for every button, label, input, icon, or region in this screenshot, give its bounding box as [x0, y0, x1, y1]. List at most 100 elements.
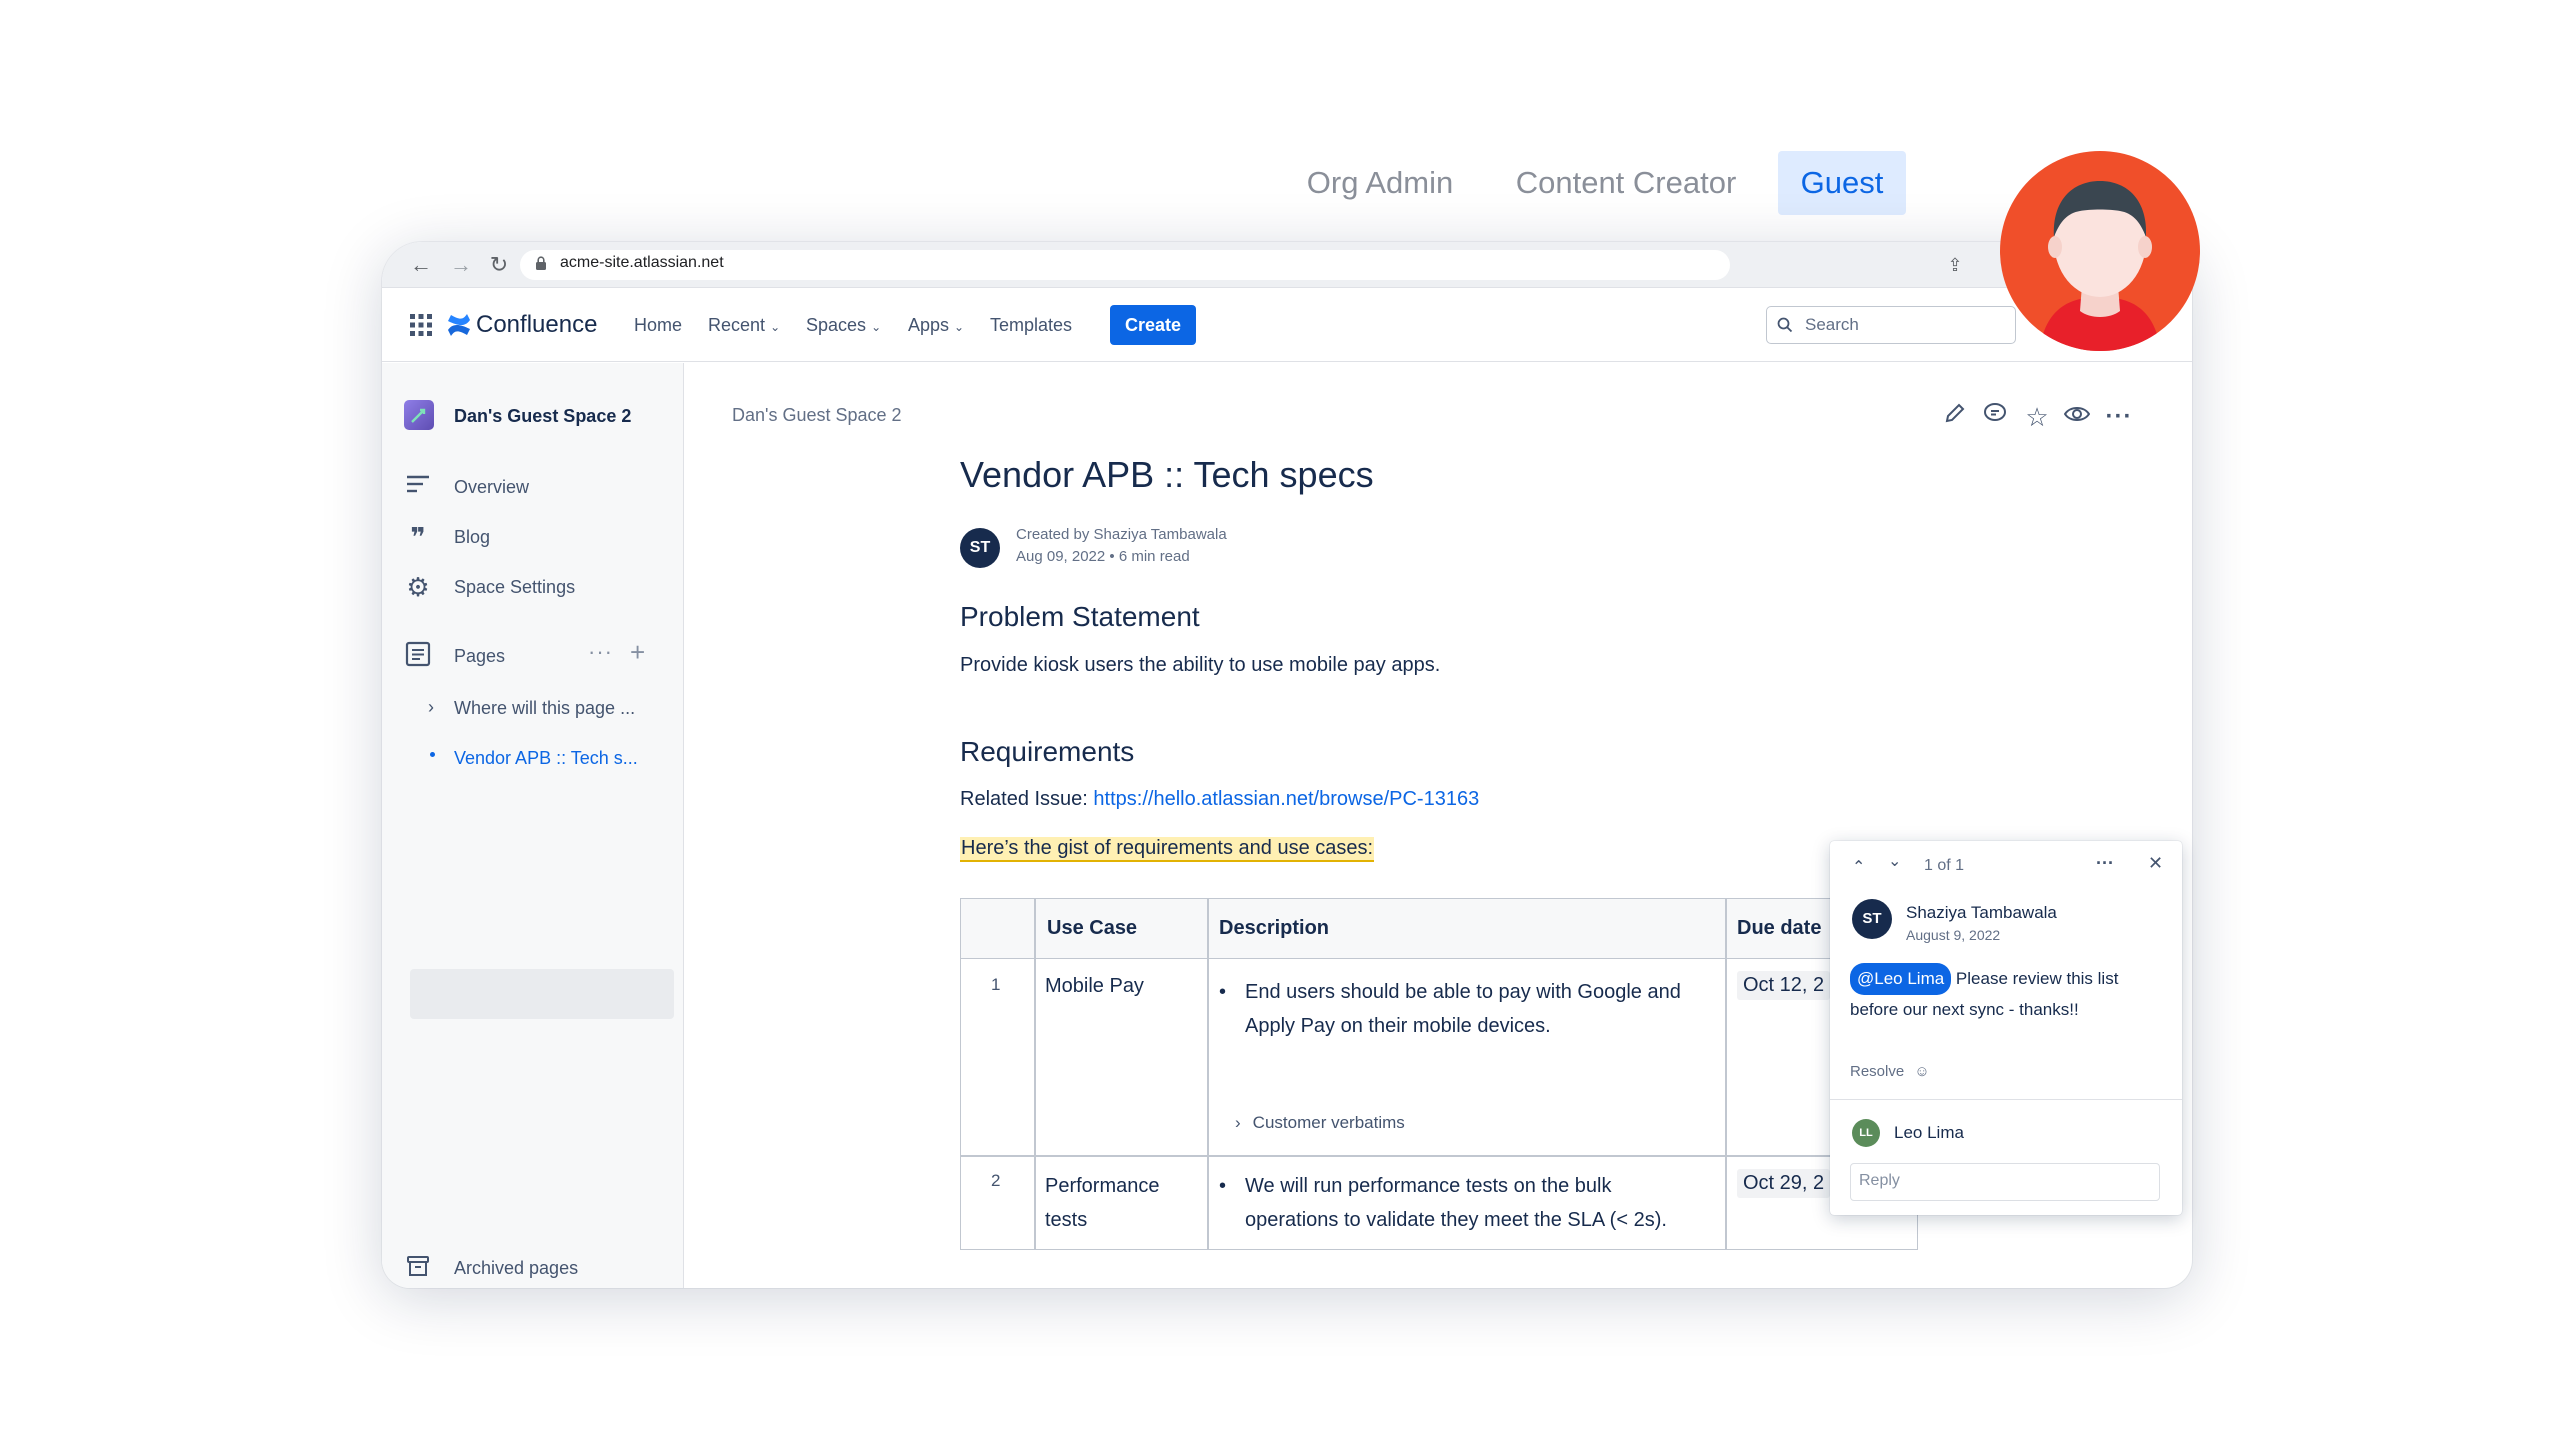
resolve-label: Resolve [1850, 1063, 1905, 1080]
related-issue: Related Issue: https://hello.atlassian.n… [960, 788, 1479, 811]
date-lozenge[interactable]: Oct 29, 2 [1737, 1169, 1831, 1198]
sidebar-item-blog[interactable]: Blog [454, 527, 490, 548]
app-switcher-icon[interactable] [410, 314, 432, 336]
role-tab-guest[interactable]: Guest [1778, 151, 1906, 215]
inline-comment-panel: ⌃ ⌄ 1 of 1 ··· ✕ ST Shaziya Tambawala Au… [1830, 841, 2182, 1215]
create-button[interactable]: Create [1110, 305, 1196, 345]
comment-author[interactable]: Shaziya Tambawala [1906, 903, 2057, 923]
confluence-logo-icon[interactable] [446, 312, 472, 338]
description-text: End users should be able to pay with Goo… [1245, 981, 1681, 1037]
search-input[interactable]: Search [1766, 306, 2016, 344]
nav-templates[interactable]: Templates [990, 315, 1072, 336]
expand-label: Customer verbatims [1252, 1113, 1405, 1132]
reload-icon[interactable]: ↻ [486, 252, 512, 278]
table-cell-use-case: Performance tests [1045, 1175, 1160, 1231]
column-header-due-date: Due date [1737, 917, 1822, 939]
forward-arrow-icon[interactable]: → [448, 252, 474, 278]
nav-apps-label: Apps [908, 315, 950, 335]
bullet-icon [430, 752, 435, 757]
nav-spaces[interactable]: Spaces ⌄ [806, 315, 881, 336]
meta-separator: • [1109, 548, 1119, 565]
page-title: Vendor APB :: Tech specs [960, 454, 1374, 495]
user-avatar [2000, 151, 2200, 351]
more-actions-icon[interactable]: ··· [2104, 402, 2134, 432]
nav-home[interactable]: Home [634, 315, 682, 336]
requirements-table: Use Case Description Due date 1 Mobile P… [960, 898, 1918, 1250]
app-header: Confluence Home Recent ⌄ Spaces ⌄ Apps ⌄… [382, 288, 2192, 362]
date-lozenge[interactable]: Oct 12, 2 [1737, 971, 1831, 1000]
created-by: Created by Shaziya Tambawala [1016, 526, 1227, 543]
close-icon[interactable]: ✕ [2148, 853, 2163, 874]
table-cell-description: • We will run performance tests on the b… [1219, 1169, 1709, 1237]
add-page-icon[interactable]: + [630, 637, 645, 668]
requirements-heading: Requirements [960, 736, 1135, 767]
divider [1830, 1099, 2182, 1100]
edit-pencil-icon[interactable] [1940, 402, 1970, 432]
sidebar-item-archived[interactable]: Archived pages [454, 1258, 578, 1279]
bullet-icon: • [1219, 981, 1227, 1003]
row-divider [961, 1155, 1917, 1157]
expand-section[interactable]: › Customer verbatims [1235, 1113, 1405, 1133]
sidebar-item-space-settings[interactable]: Space Settings [454, 577, 575, 598]
url-text: acme-site.atlassian.net [560, 254, 724, 271]
sidebar: Dan's Guest Space 2 Overview ❞ Blog ⚙ Sp… [382, 363, 684, 1288]
reply-placeholder: Reply [1859, 1172, 1900, 1189]
page-meta: Aug 09, 2022 • 6 min read [1016, 548, 1190, 565]
table-cell-use-case: Mobile Pay [1045, 975, 1144, 997]
space-name[interactable]: Dan's Guest Space 2 [454, 406, 631, 427]
more-icon[interactable]: ··· [2096, 853, 2114, 874]
related-issue-label: Related Issue: [960, 788, 1094, 810]
column-divider [1207, 899, 1209, 1249]
column-divider [1725, 899, 1727, 1249]
nav-apps[interactable]: Apps ⌄ [908, 315, 964, 336]
resolve-button[interactable]: Resolve ☺ [1850, 1063, 1930, 1080]
problem-text: Provide kiosk users the ability to use m… [960, 654, 1441, 676]
chevron-down-icon[interactable]: ⌄ [1888, 851, 1901, 871]
overview-icon [404, 473, 432, 501]
page-tree-item-selected[interactable] [410, 969, 674, 1019]
comment-date: August 9, 2022 [1906, 927, 2001, 943]
read-time: 6 min read [1118, 548, 1190, 565]
avatar[interactable]: ST [960, 528, 1000, 568]
chevron-down-icon: ⌄ [871, 320, 882, 334]
role-tab-content-creator[interactable]: Content Creator [1506, 151, 1746, 215]
sidebar-pages-label[interactable]: Pages [454, 646, 505, 667]
row-number: 1 [991, 975, 1001, 994]
avatar[interactable]: ST [1852, 899, 1892, 939]
description-text: We will run performance tests on the bul… [1245, 1175, 1667, 1231]
nav-recent[interactable]: Recent ⌄ [708, 315, 780, 336]
role-tab-org-admin[interactable]: Org Admin [1290, 151, 1470, 215]
comment-body: @Leo Lima Please review this list before… [1850, 963, 2166, 1025]
space-logo-icon[interactable] [404, 400, 434, 430]
breadcrumb[interactable]: Dan's Guest Space 2 [732, 405, 902, 426]
reaction-icon[interactable]: ☺ [1914, 1063, 1929, 1080]
column-header-use-case: Use Case [1047, 917, 1138, 939]
comment-counter: 1 of 1 [1924, 857, 1965, 874]
search-icon [1777, 317, 1793, 333]
archive-icon [404, 1254, 432, 1282]
page-tree-item[interactable]: Where will this page ... [454, 698, 635, 719]
browser-toolbar: ← → ↻ acme-site.atlassian.net ⇪ [382, 242, 2192, 288]
product-name[interactable]: Confluence [476, 311, 597, 339]
chevron-down-icon: ⌄ [770, 320, 781, 334]
watch-eye-icon[interactable] [2062, 402, 2092, 432]
comment-icon[interactable] [1980, 402, 2010, 432]
person-icon [2039, 181, 2161, 351]
problem-heading: Problem Statement [960, 601, 1200, 632]
chevron-right-icon[interactable]: › [428, 697, 434, 718]
avatar: LL [1852, 1119, 1880, 1147]
related-issue-link[interactable]: https://hello.atlassian.net/browse/PC-13… [1093, 788, 1479, 810]
created-date: Aug 09, 2022 [1016, 548, 1106, 565]
back-arrow-icon[interactable]: ← [408, 252, 434, 278]
column-divider [1034, 899, 1036, 1249]
mention-badge[interactable]: @Leo Lima [1850, 963, 1952, 995]
page-tree-item-active[interactable]: Vendor APB :: Tech s... [454, 748, 638, 769]
reply-input[interactable]: Reply [1850, 1163, 2160, 1201]
star-icon[interactable]: ☆ [2022, 402, 2052, 432]
sidebar-item-overview[interactable]: Overview [454, 477, 529, 498]
highlighted-text[interactable]: Here’s the gist of requirements and use … [960, 837, 1375, 862]
more-icon[interactable]: ··· [588, 639, 613, 665]
chevron-up-icon[interactable]: ⌃ [1852, 857, 1865, 877]
pages-icon [404, 641, 432, 669]
share-icon[interactable]: ⇪ [1942, 252, 1968, 278]
